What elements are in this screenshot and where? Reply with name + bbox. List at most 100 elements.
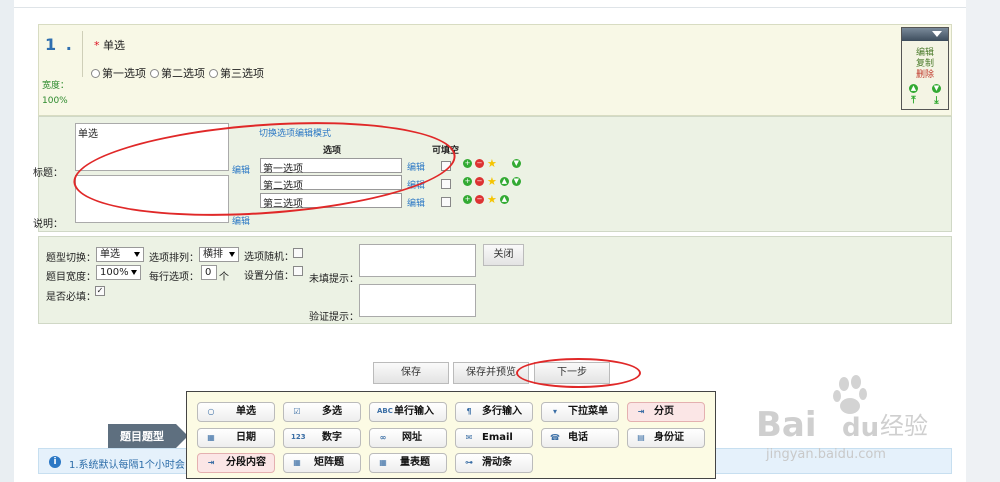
move-down-icon[interactable]: ▼ — [511, 177, 521, 186]
type-single-button[interactable]: ○ 单选 — [197, 402, 275, 422]
move-down-icon[interactable]: ▼ — [932, 84, 941, 93]
edit-link[interactable]: 编辑 — [902, 48, 948, 59]
watermark-url: jingyan.baidu.com — [765, 447, 886, 462]
email-icon: ✉ — [465, 433, 473, 442]
remove-option-icon[interactable]: − — [475, 195, 484, 204]
type-number-button[interactable]: 123 数字 — [283, 428, 361, 448]
type-label: 量表题 — [400, 457, 430, 468]
toolbox-collapse-button[interactable] — [902, 28, 948, 41]
unfilled-hint-label: 未填提示： — [309, 274, 359, 285]
type-switch-value: 单选 — [100, 249, 120, 260]
watermark-brand: Bai — [756, 405, 817, 445]
unfilled-hint-textarea[interactable] — [359, 244, 476, 277]
notice-text: 1.系统默认每隔1个小时会 — [69, 460, 185, 471]
width-select[interactable]: 100% — [96, 265, 141, 280]
type-section-button[interactable]: ⇥ 分段内容 — [197, 453, 275, 473]
type-multi-input-button[interactable]: ¶ 多行输入 — [455, 402, 533, 422]
type-label: 电话 — [568, 432, 588, 443]
remove-option-icon[interactable]: − — [475, 159, 484, 168]
matrix-icon: ▦ — [293, 458, 301, 467]
type-label: 网址 — [402, 432, 422, 443]
option-edit-link[interactable]: 编辑 — [407, 196, 425, 209]
type-page-break-button[interactable]: ⇥ 分页 — [627, 402, 705, 422]
type-label: 单选 — [236, 406, 256, 417]
paragraph-icon: ¶ — [466, 407, 472, 416]
add-option-icon[interactable]: + — [463, 177, 472, 186]
required-checkbox[interactable]: ✓ — [95, 286, 105, 296]
fillable-checkbox[interactable] — [441, 179, 451, 189]
option-label: 第三选项 — [220, 67, 264, 80]
checkbox-icon: ☑ — [293, 407, 301, 416]
question-type-palette: ○ 单选 ☑ 多选 ABC 单行输入 ¶ 多行输入 ▾ 下拉菜单 ⇥ 分页 ▦ 日期 123 数… — [186, 391, 716, 479]
type-slider-button[interactable]: ⊶ 滑动条 — [455, 453, 533, 473]
remove-option-icon[interactable]: − — [475, 177, 484, 186]
star-icon[interactable]: ★ — [487, 158, 497, 169]
annotation-ellipse — [516, 358, 641, 388]
type-label: 矩阵题 — [314, 457, 344, 468]
paw-icon — [833, 375, 867, 414]
type-url-button[interactable]: ∞ 网址 — [369, 428, 447, 448]
dropdown-arrow-icon — [229, 252, 235, 257]
move-bottom-icon[interactable]: ⤓ — [934, 96, 938, 106]
type-label: 分段内容 — [226, 457, 266, 468]
add-option-icon[interactable]: + — [463, 159, 472, 168]
radio-icon[interactable] — [91, 69, 100, 78]
desc-edit-link[interactable]: 编辑 — [232, 214, 250, 227]
option-item[interactable]: 第三选项 — [209, 65, 264, 81]
option-actions: + − ★ ▲ — [463, 194, 509, 205]
delete-link[interactable]: 删除 — [902, 70, 948, 81]
tag-text: 题目题型 — [120, 429, 164, 443]
type-email-button[interactable]: ✉ Email — [455, 428, 533, 448]
score-checkbox[interactable] — [293, 266, 303, 276]
radio-icon[interactable] — [150, 69, 159, 78]
add-option-icon[interactable]: + — [463, 195, 472, 204]
random-checkbox[interactable] — [293, 248, 303, 258]
type-multi-button[interactable]: ☑ 多选 — [283, 402, 361, 422]
type-label: 多选 — [322, 406, 342, 417]
per-row-input[interactable]: 0 — [201, 265, 217, 280]
verify-hint-textarea[interactable] — [359, 284, 476, 317]
move-up-icon[interactable]: ▲ — [499, 195, 509, 204]
option-item[interactable]: 第二选项 — [150, 65, 205, 81]
move-top-icon[interactable]: ⤒ — [911, 96, 915, 106]
title-label: 标题： — [33, 168, 63, 179]
save-button[interactable]: 保存 — [373, 362, 449, 384]
link-icon: ∞ — [379, 433, 387, 442]
random-label: 选项随机： — [244, 252, 294, 263]
type-phone-button[interactable]: ☎ 电话 — [541, 428, 619, 448]
type-label: 分页 — [654, 406, 674, 417]
type-switch-select[interactable]: 单选 — [96, 247, 144, 262]
type-label: 下拉菜单 — [568, 406, 608, 417]
type-matrix-button[interactable]: ▦ 矩阵题 — [283, 453, 361, 473]
option-label: 第一选项 — [102, 67, 146, 80]
star-icon[interactable]: ★ — [487, 176, 497, 187]
type-label: 滑动条 — [482, 457, 512, 468]
copy-link[interactable]: 复制 — [902, 59, 948, 70]
required-mark: * — [94, 39, 100, 52]
number-icon: 123 — [291, 433, 306, 441]
move-up-icon[interactable]: ▲ — [499, 177, 509, 186]
question-preview[interactable]: 1 . * 单选 第一选项 第二选项 第三选项 宽度： 100% 编辑 复制 删… — [38, 24, 952, 116]
width-label: 宽度： — [42, 81, 70, 91]
arrange-select[interactable]: 横排 — [199, 247, 239, 262]
star-icon[interactable]: ★ — [487, 194, 497, 205]
move-down-icon[interactable]: ▼ — [511, 159, 521, 168]
close-button[interactable]: 关闭 — [483, 244, 524, 266]
dropdown-arrow-icon — [134, 252, 140, 257]
fillable-checkbox[interactable] — [441, 197, 451, 207]
id-card-icon: ▤ — [637, 433, 645, 442]
move-up-icon[interactable]: ▲ — [909, 84, 918, 93]
type-date-button[interactable]: ▦ 日期 — [197, 428, 275, 448]
right-frame — [966, 0, 1000, 482]
radio-icon[interactable] — [209, 69, 218, 78]
type-single-input-button[interactable]: ABC 单行输入 — [369, 402, 447, 422]
type-scale-button[interactable]: ▦ 量表题 — [369, 453, 447, 473]
dropdown-icon: ▾ — [552, 407, 557, 416]
width-info: 宽度： 100% — [42, 79, 69, 109]
calendar-icon: ▦ — [207, 433, 215, 442]
option-item[interactable]: 第一选项 — [91, 65, 146, 81]
type-id-card-button[interactable]: ▤ 身份证 — [627, 428, 705, 448]
type-dropdown-button[interactable]: ▾ 下拉菜单 — [541, 402, 619, 422]
type-label: 数字 — [322, 432, 342, 443]
top-bar — [14, 0, 966, 8]
